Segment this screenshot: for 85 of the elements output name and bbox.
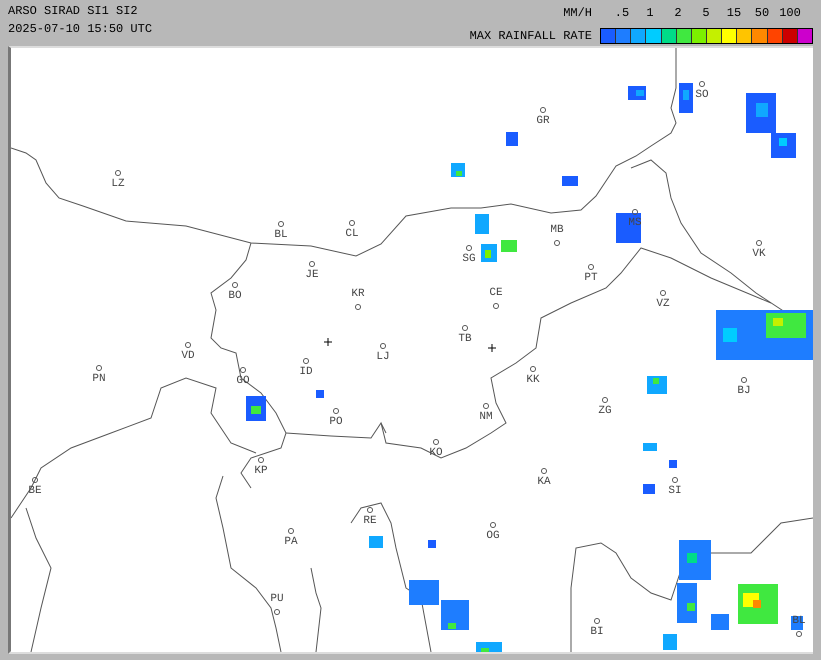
city-label: PO — [328, 415, 344, 429]
city-label: BE — [27, 484, 43, 498]
city-label: SG — [461, 252, 477, 266]
city-label: BJ — [736, 384, 752, 398]
city-label: TB — [457, 332, 473, 346]
city-label: RE — [362, 514, 378, 528]
unit-label: MM/H — [563, 6, 592, 20]
city-label: LZ — [110, 177, 126, 191]
city-marker-icon — [594, 618, 600, 624]
city-marker-icon — [490, 522, 496, 528]
city-marker-icon — [554, 240, 560, 246]
city-marker-icon — [240, 367, 246, 373]
city-label: PT — [583, 271, 599, 285]
city-marker-icon — [493, 303, 499, 309]
city-marker-icon — [660, 290, 666, 296]
city-label: CL — [344, 227, 360, 241]
city-marker-icon — [462, 325, 468, 331]
city-marker-icon — [309, 261, 315, 267]
city-label: PN — [91, 372, 107, 386]
city-marker-icon — [32, 477, 38, 483]
city-label: NM — [478, 410, 494, 424]
city-marker-icon — [541, 468, 547, 474]
city-marker-icon — [466, 245, 472, 251]
city-marker-icon — [367, 507, 373, 513]
city-marker-icon — [632, 209, 638, 215]
city-marker-icon — [232, 282, 238, 288]
scale-tick-label: 2 — [673, 6, 683, 20]
city-label: SO — [694, 88, 710, 102]
city-label: BO — [227, 289, 243, 303]
city-label: VZ — [655, 297, 671, 311]
city-marker-icon — [672, 477, 678, 483]
city-marker-icon — [258, 457, 264, 463]
scale-tick-label: .5 — [614, 6, 630, 20]
city-label: VK — [751, 247, 767, 261]
city-label: BI — [589, 625, 605, 639]
city-marker-icon — [288, 528, 294, 534]
city-label: JE — [304, 268, 320, 282]
city-label: KP — [253, 464, 269, 478]
city-label: OG — [485, 529, 501, 543]
city-label: MB — [549, 223, 565, 237]
city-label: LJ — [375, 350, 391, 364]
scale-tick-label: 1 — [645, 6, 655, 20]
city-label: ZG — [597, 404, 613, 418]
city-label: KO — [428, 446, 444, 460]
scale-tick-label: 50 — [754, 6, 770, 20]
timestamp: 2025-07-10 15:50 UTC — [8, 22, 152, 36]
city-label: ID — [298, 365, 314, 379]
city-marker-icon — [380, 343, 386, 349]
city-label: PA — [283, 535, 299, 549]
city-label: BL — [273, 228, 289, 242]
city-marker-icon — [602, 397, 608, 403]
city-marker-icon — [483, 403, 489, 409]
city-label: PU — [269, 592, 285, 606]
radar-title: ARSO SIRAD SI1 SI2 — [8, 4, 139, 18]
city-marker-icon — [303, 358, 309, 364]
crosshair-icon — [488, 344, 496, 352]
city-marker-icon — [96, 365, 102, 371]
city-marker-icon — [588, 264, 594, 270]
city-marker-icon — [115, 170, 121, 176]
city-label: SI — [667, 484, 683, 498]
legend-caption: MAX RAINFALL RATE — [470, 28, 592, 43]
city-marker-icon — [756, 240, 762, 246]
scale-tick-label: 100 — [778, 6, 802, 20]
crosshair-icon — [324, 338, 332, 346]
city-marker-icon — [530, 366, 536, 372]
city-marker-icon — [333, 408, 339, 414]
city-label: KR — [350, 287, 366, 301]
city-marker-icon — [349, 220, 355, 226]
city-label: GR — [535, 114, 551, 128]
city-marker-icon — [699, 81, 705, 87]
city-marker-icon — [274, 609, 280, 615]
city-marker-icon — [355, 304, 361, 310]
city-marker-icon — [540, 107, 546, 113]
scale-tick-label: 15 — [726, 6, 742, 20]
city-marker-icon — [433, 439, 439, 445]
city-marker-icon — [741, 377, 747, 383]
city-marker-icon — [278, 221, 284, 227]
city-marker-icon — [185, 342, 191, 348]
city-label: MS — [627, 216, 643, 230]
city-label: KK — [525, 373, 541, 387]
city-marker-icon — [796, 631, 802, 637]
scale-tick-label: 5 — [701, 6, 711, 20]
city-label: CE — [488, 286, 504, 300]
city-label: KA — [536, 475, 552, 489]
city-label: VD — [180, 349, 196, 363]
